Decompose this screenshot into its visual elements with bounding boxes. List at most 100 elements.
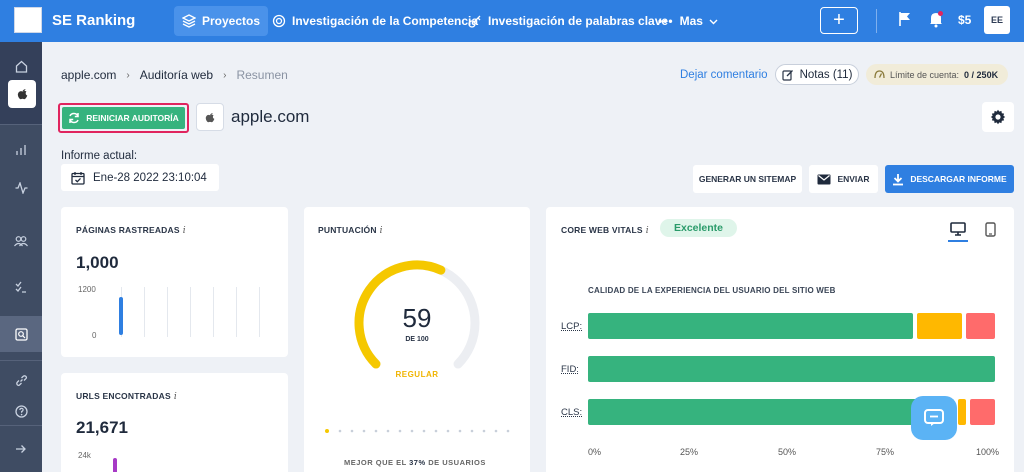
sidebar-item-help[interactable] <box>0 395 42 427</box>
crawled-pages-card: PÁGINAS RASTREADAS i 1,000 1200 0 <box>61 207 288 357</box>
site-favicon <box>196 103 224 131</box>
nav-more[interactable]: ••• Mas <box>650 6 726 36</box>
cwv-axis-tick: 25% <box>680 447 699 457</box>
found-urls-axis-max: 24k <box>78 451 91 460</box>
bar-chart-icon <box>16 145 26 155</box>
edit-icon <box>781 69 793 81</box>
chart-gridline <box>190 287 191 337</box>
more-dots-icon: ••• <box>658 14 674 28</box>
found-urls-card: URLS ENCONTRADAS i 21,671 24k <box>61 373 288 472</box>
restart-audit-label: REINICIAR AUDITORÍA <box>86 113 179 123</box>
breadcrumb-item-site[interactable]: apple.com <box>61 68 116 82</box>
sidebar-item-project[interactable] <box>8 80 36 108</box>
chart-gridline <box>213 287 214 337</box>
nav-projects-label: Proyectos <box>202 14 261 28</box>
cwv-metric-label[interactable]: FID: <box>561 364 579 375</box>
sidebar-divider <box>0 124 42 125</box>
found-urls-bar <box>113 458 117 472</box>
cwv-subtitle: CALIDAD DE LA EXPERIENCIA DEL USUARIO DE… <box>588 286 836 295</box>
chevron-right-icon: › <box>126 69 130 81</box>
download-report-button[interactable]: DESCARGAR INFORME <box>885 165 1014 193</box>
found-urls-value: 21,671 <box>76 418 128 437</box>
sidebar-item-analytics[interactable] <box>0 172 42 204</box>
cwv-metric-label[interactable]: CLS: <box>561 407 582 418</box>
brand-name[interactable]: SE Ranking <box>52 12 135 29</box>
sidebar-expand-button[interactable] <box>0 433 42 465</box>
desktop-tab-indicator <box>948 240 968 242</box>
cwv-axis-tick: 50% <box>778 447 797 457</box>
settings-button[interactable] <box>982 102 1014 132</box>
chat-button[interactable] <box>911 396 957 440</box>
apple-icon <box>205 112 215 122</box>
cwv-axis-tick: 75% <box>876 447 895 457</box>
cwv-bar-mid <box>916 313 963 339</box>
gear-icon <box>990 109 1006 125</box>
avatar[interactable]: EE <box>984 6 1010 34</box>
report-date-picker[interactable]: Ene-28 2022 23:10:04 <box>61 164 219 191</box>
target-icon <box>272 14 286 28</box>
bell-icon[interactable] <box>928 11 944 33</box>
mobile-icon[interactable] <box>985 222 996 242</box>
top-bar: SE Ranking Proyectos Investigación de la… <box>0 0 1024 42</box>
score-value: 59 <box>402 303 432 333</box>
plus-icon: + <box>833 9 845 31</box>
crawled-axis-min: 0 <box>92 331 97 340</box>
sidebar-item-tasks[interactable] <box>0 271 42 303</box>
score-rating: REGULAR <box>395 370 439 379</box>
flag-icon[interactable] <box>898 11 912 32</box>
arrow-right-icon <box>16 445 26 453</box>
crawled-pages-value: 1,000 <box>76 253 119 272</box>
breadcrumb-item-current: Resumen <box>236 68 288 82</box>
chart-gridline <box>167 287 168 337</box>
topbar-divider <box>876 9 877 33</box>
account-balance[interactable]: $5 <box>958 13 971 27</box>
mail-icon <box>817 174 831 184</box>
cwv-bar-poor <box>970 399 995 425</box>
info-icon[interactable]: i <box>174 392 177 402</box>
generate-sitemap-label: GENERAR UN SITEMAP <box>698 174 797 184</box>
cwv-bar-good <box>588 399 954 425</box>
sidebar-item-audit[interactable] <box>0 316 42 352</box>
leave-comment-link[interactable]: Dejar comentario <box>680 69 768 81</box>
refresh-icon <box>69 112 79 124</box>
key-icon <box>468 14 482 28</box>
notes-label: Notas (11) <box>799 68 853 81</box>
chart-gridline <box>259 287 260 337</box>
account-limit-badge: Límite de cuenta: 0 / 250K <box>866 64 1008 85</box>
user-distribution-dots <box>325 429 510 433</box>
sidebar-item-links[interactable] <box>0 364 42 396</box>
chevron-down-icon <box>709 14 718 28</box>
site-title: apple.com <box>231 107 310 126</box>
cwv-metric-label[interactable]: LCP: <box>561 321 582 332</box>
cwv-title: CORE WEB VITALS i <box>561 225 649 236</box>
breadcrumb: apple.com › Auditoría web › Resumen <box>61 68 288 82</box>
cwv-bar-mid <box>957 399 967 425</box>
info-icon[interactable]: i <box>183 226 186 236</box>
nav-keyword-research[interactable]: Investigación de palabras clave <box>460 6 676 36</box>
sidebar-item-rankings[interactable] <box>0 134 42 166</box>
search-page-icon <box>14 327 28 341</box>
users-icon <box>14 236 28 247</box>
current-report-label: Informe actual: <box>61 150 138 162</box>
chat-icon <box>924 409 944 426</box>
sidebar-item-competitors[interactable] <box>0 225 42 257</box>
restart-audit-button[interactable]: REINICIAR AUDITORÍA <box>58 103 189 133</box>
add-button[interactable]: + <box>820 7 858 34</box>
info-icon[interactable]: i <box>380 226 383 236</box>
crawled-pages-title: PÁGINAS RASTREADAS i <box>76 225 186 236</box>
sidebar <box>0 42 42 472</box>
cwv-axis-tick: 0% <box>588 447 602 457</box>
send-button[interactable]: ENVIAR <box>809 165 878 193</box>
nav-competitor-research[interactable]: Investigación de la Competencia <box>264 6 486 36</box>
chevron-right-icon: › <box>223 69 227 81</box>
info-icon[interactable]: i <box>646 226 649 236</box>
desktop-icon[interactable] <box>950 222 966 241</box>
breadcrumb-item-audit[interactable]: Auditoría web <box>140 68 213 82</box>
nav-projects[interactable]: Proyectos <box>174 6 269 36</box>
sidebar-item-home[interactable] <box>0 50 42 82</box>
link-icon <box>15 374 27 386</box>
generate-sitemap-button[interactable]: GENERAR UN SITEMAP <box>693 165 802 193</box>
logo-icon[interactable] <box>14 7 42 33</box>
score-title: PUNTUACIÓN i <box>318 225 383 236</box>
notes-button[interactable]: Notas (11) <box>775 64 859 85</box>
